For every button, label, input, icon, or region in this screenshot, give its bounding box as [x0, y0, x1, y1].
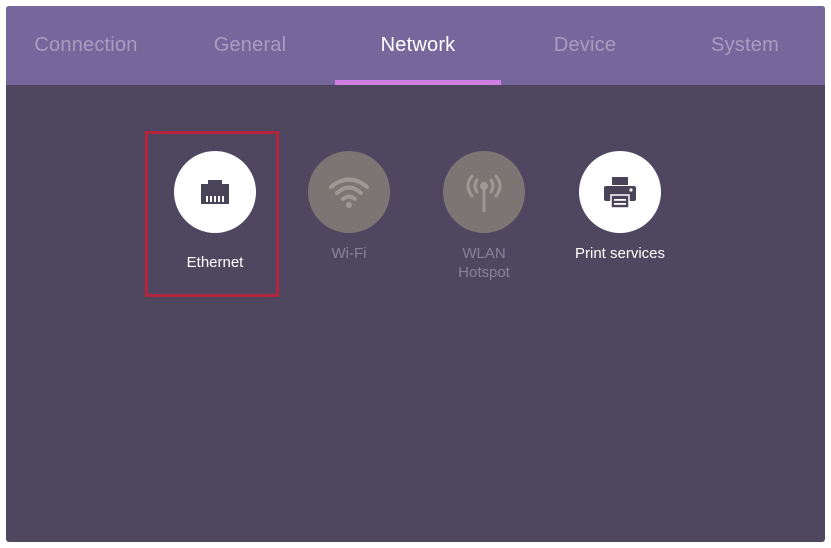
print-services-label: Print services	[574, 245, 666, 262]
tab-network[interactable]: Network	[337, 6, 499, 85]
wlan-hotspot-label-line1: WLAN	[462, 245, 506, 262]
active-tab-indicator	[335, 80, 501, 85]
tab-device[interactable]: Device	[505, 6, 665, 85]
wlan-hotspot-tile[interactable]: WLAN Hotspot	[409, 144, 559, 294]
tab-general[interactable]: General	[170, 6, 330, 85]
wlan-hotspot-label-line2: Hotspot	[458, 264, 510, 281]
settings-screen: Connection General Network Device System…	[6, 6, 825, 542]
wlan-hotspot-label: WLAN Hotspot	[409, 244, 559, 282]
settings-tab-bar: Connection General Network Device System	[6, 6, 825, 85]
printer-icon	[579, 151, 661, 233]
focus-highlight	[145, 131, 279, 297]
hotspot-icon	[443, 151, 525, 233]
print-services-tile[interactable]: Print services	[545, 144, 695, 294]
tab-system[interactable]: System	[665, 6, 825, 85]
wifi-tile[interactable]: Wi-Fi	[274, 144, 424, 294]
wifi-icon	[308, 151, 390, 233]
wifi-label: Wi-Fi	[331, 245, 367, 262]
tab-connection[interactable]: Connection	[6, 6, 166, 85]
